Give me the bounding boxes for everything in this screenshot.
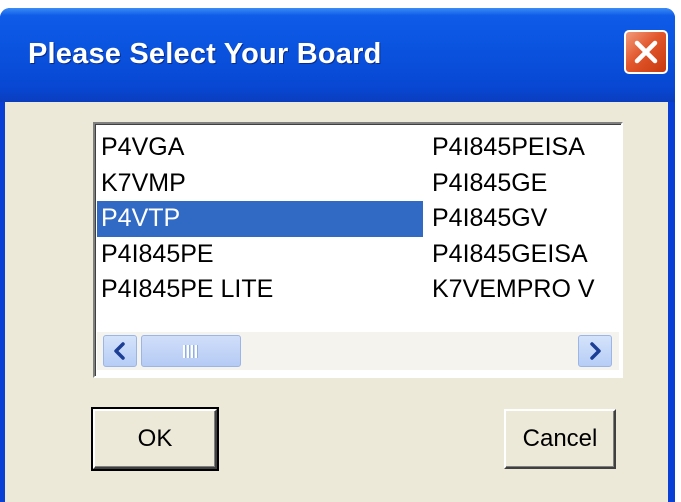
scroll-right-button[interactable] xyxy=(578,335,612,367)
board-listbox[interactable]: P4VGA K7VMP P4VTP P4I845PE P4I845PE LITE… xyxy=(93,122,623,378)
list-item-p4vga[interactable]: P4VGA xyxy=(97,130,423,166)
list-item-p4i845peisa[interactable]: P4I845PEISA xyxy=(428,130,621,166)
cancel-button[interactable]: Cancel xyxy=(504,409,616,469)
scroll-left-button[interactable] xyxy=(103,335,137,367)
list-item-p4i845geisa[interactable]: P4I845GEISA xyxy=(428,237,621,273)
list-item-p4i845pe[interactable]: P4I845PE xyxy=(97,237,423,273)
list-item-k7vempro-v[interactable]: K7VEMPRO V xyxy=(428,272,621,308)
list-item-k7vmp[interactable]: K7VMP xyxy=(97,166,423,202)
close-x-icon xyxy=(634,40,658,64)
scroll-left-arrow-icon xyxy=(114,342,125,360)
list-item-p4i845ge[interactable]: P4I845GE xyxy=(428,166,621,202)
list-item-p4vtp-selected[interactable]: P4VTP xyxy=(97,201,423,237)
dialog-title: Please Select Your Board xyxy=(28,38,382,70)
select-board-dialog: Please Select Your Board P4VGA K7VMP P4V… xyxy=(0,8,675,502)
scroll-thumb[interactable] xyxy=(141,335,241,367)
list-column-1: P4VGA K7VMP P4VTP P4I845PE P4I845PE LITE xyxy=(97,130,423,308)
list-item-p4i845pe-lite[interactable]: P4I845PE LITE xyxy=(97,272,423,308)
grip-icon xyxy=(183,345,198,358)
title-bar[interactable]: Please Select Your Board xyxy=(0,8,675,102)
ok-button[interactable]: OK xyxy=(91,407,219,471)
dialog-body: P4VGA K7VMP P4VTP P4I845PE P4I845PE LITE… xyxy=(5,102,668,502)
scroll-right-arrow-icon xyxy=(590,342,601,360)
horizontal-scrollbar[interactable] xyxy=(97,332,619,370)
list-item-p4i845gv[interactable]: P4I845GV xyxy=(428,201,621,237)
list-column-2: P4I845PEISA P4I845GE P4I845GV P4I845GEIS… xyxy=(428,130,621,308)
close-button[interactable] xyxy=(624,30,668,74)
